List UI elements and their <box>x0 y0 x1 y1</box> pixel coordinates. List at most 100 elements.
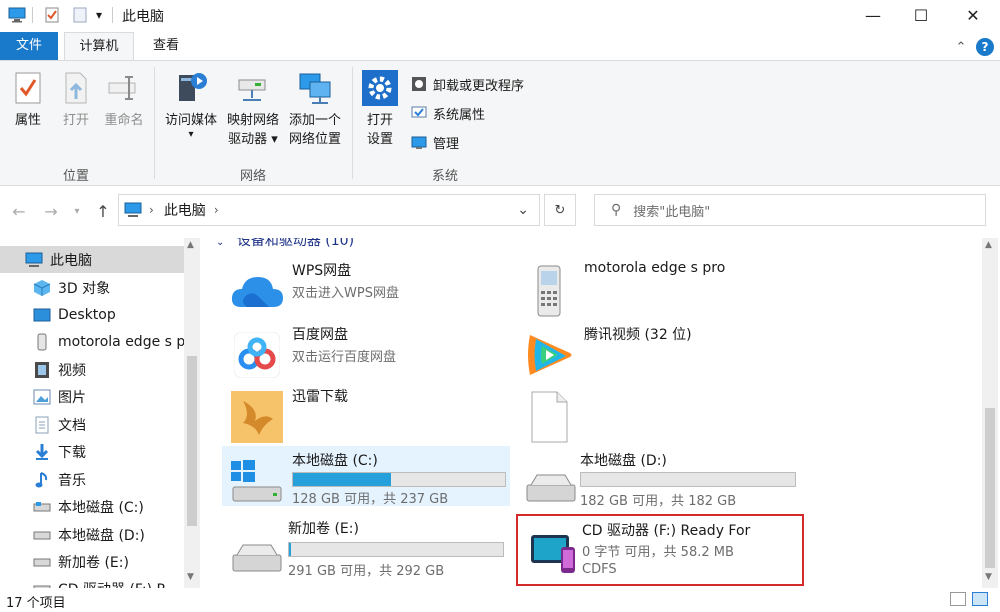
navigation-pane: 此电脑 3D 对象 Desktop motorola edge s p 视频 图… <box>0 238 200 588</box>
scroll-down-icon[interactable]: ▼ <box>985 572 992 582</box>
tencent-video-icon <box>518 324 580 386</box>
breadcrumb-this-pc[interactable]: 此电脑 <box>164 200 206 220</box>
nav-item-drive-d[interactable]: 本地磁盘 (D:) <box>0 521 184 548</box>
address-bar[interactable]: › 此电脑 › ⌄ <box>118 194 540 226</box>
open-settings-button[interactable]: 打开 设置 <box>360 69 400 149</box>
tile-tencent-video[interactable]: 腾讯视频 (32 位) <box>518 324 798 380</box>
access-media-button[interactable]: 访问媒体 ▾ <box>162 69 220 140</box>
nav-item-drive-c[interactable]: 本地磁盘 (C:) <box>0 493 184 520</box>
tab-view[interactable]: 查看 <box>140 32 192 60</box>
qa-divider <box>32 7 33 23</box>
uninstall-program-button[interactable]: 卸载或更改程序 <box>410 73 524 95</box>
scroll-up-icon[interactable]: ▲ <box>187 240 194 250</box>
content-scrollbar[interactable]: ▲ ▼ <box>982 238 998 588</box>
collapse-ribbon-icon[interactable]: ⌃ <box>952 38 970 56</box>
open-button[interactable]: 打开 <box>56 69 96 130</box>
quick-access-dropdown-icon[interactable]: ▾ <box>92 5 106 25</box>
tile-subtitle: 182 GB 可用，共 182 GB <box>580 494 737 509</box>
tile-name: 本地磁盘 (D:) <box>580 453 667 469</box>
ribbon: 属性 打开 重命名 位置 访问媒体 ▾ 映射网络 驱动器 ▾ 添加一个 网络位置 <box>0 60 1000 186</box>
group-label-location: 位置 <box>62 169 89 184</box>
nav-item-music[interactable]: 音乐 <box>0 466 184 493</box>
search-input[interactable]: ⚲ 搜索"此电脑" <box>594 194 986 226</box>
close-button[interactable]: ✕ <box>950 0 996 30</box>
nav-item-desktop[interactable]: Desktop <box>0 301 184 328</box>
tile-drive-c[interactable]: 本地磁盘 (C:) 128 GB 可用，共 237 GB <box>222 446 510 507</box>
add-network-location-button[interactable]: 添加一个 网络位置 <box>286 69 344 149</box>
nav-scrollbar[interactable]: ▲ ▼ <box>184 238 200 588</box>
properties-check-icon[interactable] <box>42 5 62 25</box>
tab-file[interactable]: 文件 <box>0 32 58 60</box>
back-arrow-icon[interactable]: ← <box>8 199 30 223</box>
tile-subtitle: 128 GB 可用，共 237 GB <box>292 492 449 507</box>
nav-item-cd-drive[interactable]: CD 驱动器 (F:) R <box>0 575 184 588</box>
tile-filesystem: CDFS <box>582 562 617 577</box>
open-icon <box>58 69 94 107</box>
forward-arrow-icon[interactable]: → <box>40 199 62 223</box>
map-network-drive-button[interactable]: 映射网络 驱动器 ▾ <box>222 69 284 149</box>
status-bar: 17 个项目 <box>0 588 1000 612</box>
rename-button[interactable]: 重命名 <box>100 69 148 130</box>
new-folder-icon[interactable] <box>70 5 90 25</box>
title-bar: ▾ 此电脑 — ☐ ✕ <box>0 0 1000 30</box>
tile-drive-e[interactable]: 新加卷 (E:) 291 GB 可用，共 292 GB <box>226 516 514 579</box>
drive-icon <box>226 522 288 584</box>
content-scrollbar-thumb[interactable] <box>985 408 995 568</box>
tab-computer[interactable]: 计算机 <box>64 32 134 61</box>
address-dropdown-icon[interactable]: ⌄ <box>517 202 529 218</box>
content-pane: ⌄ 设备和驱动器 (10) WPS网盘 双击进入WPS网盘 motorola e… <box>206 238 982 588</box>
nav-item-label: 本地磁盘 (D:) <box>58 527 145 544</box>
drive-icon <box>32 497 52 517</box>
system-properties-button[interactable]: 系统属性 <box>410 102 485 124</box>
network-location-icon <box>297 69 333 107</box>
tile-subtitle: 双击运行百度网盘 <box>292 350 397 365</box>
recent-dropdown-icon[interactable]: ▾ <box>66 199 88 223</box>
minimize-button[interactable]: — <box>850 0 896 30</box>
group-header-devices[interactable]: ⌄ 设备和驱动器 (10) <box>216 238 354 250</box>
large-icons-view-icon[interactable] <box>972 592 988 606</box>
ribbon-separator <box>352 67 353 179</box>
breadcrumb-chevron-icon[interactable]: › <box>214 203 219 217</box>
drive-icon <box>520 452 582 514</box>
nav-item-downloads[interactable]: 下载 <box>0 438 184 465</box>
access-media-label: 访问媒体 <box>164 113 217 128</box>
windows-drive-icon <box>226 450 288 512</box>
refresh-icon: ↻ <box>554 202 566 218</box>
nav-item-3d-objects[interactable]: 3D 对象 <box>0 274 184 301</box>
up-arrow-icon[interactable]: ↑ <box>92 199 114 223</box>
maximize-button[interactable]: ☐ <box>898 0 944 30</box>
nav-item-videos[interactable]: 视频 <box>0 356 184 383</box>
tile-cd-drive-f[interactable]: CD 驱动器 (F:) Ready For 0 字节 可用，共 58.2 MB … <box>516 514 804 586</box>
manage-button[interactable]: 管理 <box>410 131 459 153</box>
nav-item-documents[interactable]: 文档 <box>0 411 184 438</box>
manage-label: 管理 <box>433 136 460 152</box>
drive-icon <box>32 525 52 545</box>
nav-item-drive-e[interactable]: 新加卷 (E:) <box>0 548 184 575</box>
nav-item-phone[interactable]: motorola edge s p <box>0 328 184 355</box>
blank-file-icon <box>518 386 580 448</box>
details-view-icon[interactable] <box>950 592 966 606</box>
manage-icon <box>410 133 428 151</box>
nav-item-this-pc[interactable]: 此电脑 <box>0 246 184 273</box>
uninstall-icon <box>410 75 428 93</box>
properties-button[interactable]: 属性 <box>8 69 48 130</box>
breadcrumb-chevron-icon[interactable]: › <box>149 203 154 217</box>
nav-item-pictures[interactable]: 图片 <box>0 383 184 410</box>
drive-d-usage-bar <box>580 472 796 487</box>
tile-motorola-phone[interactable]: motorola edge s pro <box>518 260 798 317</box>
scroll-up-icon[interactable]: ▲ <box>985 240 992 250</box>
pc-icon[interactable] <box>6 5 28 25</box>
search-icon: ⚲ <box>611 202 622 218</box>
drive-c-usage-fill <box>293 473 391 486</box>
tile-unnamed-item[interactable] <box>518 386 798 443</box>
tile-drive-d[interactable]: 本地磁盘 (D:) 182 GB 可用，共 182 GB <box>518 448 806 509</box>
tile-baidu-drive[interactable]: 百度网盘 双击运行百度网盘 <box>226 324 506 380</box>
tile-xunlei-download[interactable]: 迅雷下载 <box>226 386 506 443</box>
refresh-button[interactable]: ↻ <box>544 194 576 226</box>
nav-item-label: 下载 <box>58 444 86 461</box>
scroll-down-icon[interactable]: ▼ <box>187 572 194 582</box>
nav-scrollbar-thumb[interactable] <box>187 356 197 526</box>
help-icon[interactable]: ? <box>976 38 994 56</box>
rename-label: 重命名 <box>104 113 144 128</box>
tile-wps-drive[interactable]: WPS网盘 双击进入WPS网盘 <box>226 260 506 316</box>
